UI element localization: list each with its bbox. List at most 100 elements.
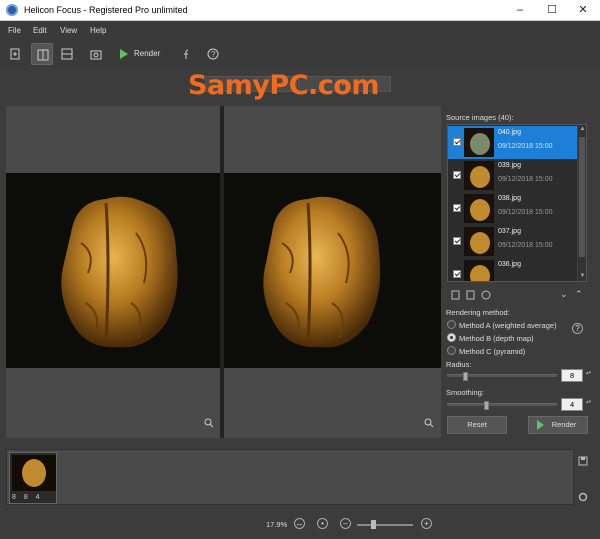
toolbar: Render ?: [0, 39, 600, 69]
method-b-label: Method B (depth map): [459, 334, 534, 343]
method-help-icon[interactable]: ?: [572, 323, 583, 334]
image-name: 039.jpg: [498, 162, 521, 169]
facebook-icon: [184, 49, 189, 59]
rendering-method-label: Rendering method:: [446, 308, 510, 317]
zoom-slider[interactable]: [357, 520, 413, 529]
include-checkbox[interactable]: [453, 138, 461, 146]
window-title: Helicon Focus - Registered Pro unlimited: [24, 5, 188, 15]
settings-icon[interactable]: [481, 289, 491, 300]
walnut-photo-right: [224, 173, 441, 368]
maximize-button[interactable]: ☐: [540, 3, 564, 17]
split-view-button[interactable]: [31, 43, 53, 65]
radius-slider-knob[interactable]: [463, 372, 468, 381]
image-thumbnail: [464, 227, 494, 256]
smoothing-slider[interactable]: [447, 401, 557, 410]
right-preview-pane[interactable]: [224, 106, 441, 438]
reset-button[interactable]: Reset: [447, 416, 507, 434]
zoom-icon[interactable]: [424, 418, 434, 428]
scroll-up-icon[interactable]: ▲: [578, 125, 586, 134]
menu-help[interactable]: Help: [90, 26, 106, 35]
source-image-row[interactable]: 036.jpg: [448, 258, 578, 281]
output-thumbnail-label: 8 8 4: [12, 494, 43, 501]
image-name: 036.jpg: [498, 261, 521, 268]
source-images-list: 040.jpg 09/12/2018 15:00 039.jpg 09/12/2…: [447, 124, 587, 282]
image-viewport: [6, 106, 441, 438]
save-icon[interactable]: [578, 456, 588, 468]
zoom-out-icon[interactable]: –: [340, 518, 351, 529]
image-thumbnail: [464, 260, 494, 281]
image-thumbnail: [464, 194, 494, 223]
walnut-photo-left: [6, 173, 220, 368]
image-date: 09/12/2018 15:00: [498, 143, 553, 150]
add-file-icon: [10, 48, 20, 60]
minimize-button[interactable]: –: [508, 3, 532, 17]
actual-size-icon[interactable]: •: [317, 518, 328, 529]
facebook-button[interactable]: [174, 43, 196, 65]
help-icon: ?: [207, 48, 219, 60]
add-image-icon[interactable]: [451, 289, 461, 300]
close-button[interactable]: ✕: [571, 3, 595, 17]
split-horizontal-icon: [61, 48, 73, 60]
menu-edit[interactable]: Edit: [33, 26, 47, 35]
add-images-button[interactable]: [4, 43, 26, 65]
settings-gear-icon[interactable]: [578, 492, 588, 504]
output-filmstrip: 8 8 4: [6, 449, 574, 505]
zoom-icon[interactable]: [204, 418, 214, 428]
zoom-in-icon[interactable]: +: [421, 518, 432, 529]
include-checkbox[interactable]: [453, 204, 461, 212]
source-image-row[interactable]: 039.jpg 09/12/2018 15:00: [448, 159, 578, 192]
title-bar: Helicon Focus - Registered Pro unlimited…: [0, 0, 600, 21]
panel-render-button[interactable]: Render: [528, 416, 588, 434]
menu-view[interactable]: View: [60, 26, 77, 35]
remove-image-icon[interactable]: [466, 289, 476, 300]
include-checkbox[interactable]: [453, 270, 461, 278]
right-panel: Source images (40): 040.jpg 09/12/2018 1…: [443, 106, 598, 438]
smoothing-spinbox[interactable]: 4: [561, 398, 591, 411]
menu-bar: File Edit View Help: [0, 21, 600, 39]
help-button[interactable]: ?: [202, 43, 224, 65]
method-c-radio[interactable]: [447, 346, 456, 355]
method-b-radio[interactable]: [447, 333, 456, 342]
menu-file[interactable]: File: [8, 26, 21, 35]
zoom-slider-knob[interactable]: [371, 520, 376, 529]
split-horizontal-button[interactable]: [56, 43, 78, 65]
include-checkbox[interactable]: [453, 171, 461, 179]
camera-button[interactable]: [85, 43, 107, 65]
image-name: 040.jpg: [498, 129, 521, 136]
play-icon: [120, 49, 128, 59]
play-icon: [537, 420, 544, 430]
watermark-text: SamyPC.com: [188, 70, 379, 101]
output-thumbnail: [12, 455, 56, 491]
radius-slider[interactable]: [447, 372, 557, 381]
list-scrollbar[interactable]: ▲ ▼: [577, 125, 586, 281]
status-bar: 17.9% ↔ • – +: [0, 509, 600, 539]
method-a-label: Method A (weighted average): [459, 321, 557, 330]
include-checkbox[interactable]: [453, 237, 461, 245]
camera-icon: [90, 50, 102, 60]
left-preview-pane[interactable]: [6, 106, 220, 438]
render-label: Render: [134, 49, 161, 58]
scroll-down-icon[interactable]: ▼: [578, 272, 586, 281]
chevron-up-icon[interactable]: ⌃: [575, 289, 583, 300]
source-image-row[interactable]: 040.jpg 09/12/2018 15:00: [448, 126, 578, 159]
method-c-label: Method C (pyramid): [459, 347, 526, 356]
source-image-row[interactable]: 037.jpg 09/12/2018 15:00: [448, 225, 578, 258]
image-thumbnail: [464, 128, 494, 157]
radius-spinbox[interactable]: 8: [561, 369, 591, 382]
smoothing-slider-knob[interactable]: [484, 401, 489, 410]
image-name: 038.jpg: [498, 195, 521, 202]
image-date: 09/12/2018 15:00: [498, 209, 553, 216]
chevron-down-icon[interactable]: ⌄: [560, 289, 568, 300]
image-thumbnail: [464, 161, 494, 190]
image-date: 09/12/2018 15:00: [498, 176, 553, 183]
source-image-row[interactable]: 038.jpg 09/12/2018 15:00: [448, 192, 578, 225]
helicon-app-icon: [6, 4, 18, 16]
zoom-level: 17.9%: [266, 520, 288, 529]
scrollbar-thumb[interactable]: [579, 137, 585, 257]
output-thumbnail-item[interactable]: 8 8 4: [9, 452, 57, 504]
method-a-radio[interactable]: [447, 320, 456, 329]
radius-label: Radius:: [446, 360, 472, 369]
source-images-label: Source images (40):: [446, 113, 514, 122]
svg-text:?: ?: [211, 50, 216, 59]
fit-screen-icon[interactable]: ↔: [294, 518, 305, 529]
